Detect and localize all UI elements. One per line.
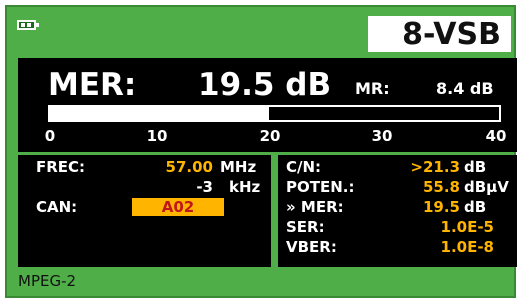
power-label: POTEN.: (286, 178, 355, 196)
vber-value: 1.0E-8 (440, 238, 494, 256)
modulation-mode: 8-VSB (368, 16, 511, 52)
scale-tick-0: 0 (44, 127, 56, 145)
mer-value: 19.5 dB (198, 67, 332, 103)
ser-label: SER: (286, 218, 325, 236)
mer-bar (48, 105, 501, 122)
battery-icon (17, 20, 39, 30)
cn-label: C/N: (286, 158, 322, 176)
tuning-panel: FREC: 57.00 MHz -3 kHz CAN: A02 (18, 155, 271, 267)
battery-terminal (36, 23, 39, 27)
scale-tick-30: 30 (371, 127, 393, 145)
offset-value: -3 (196, 178, 213, 196)
mer-detail-unit: dB (464, 198, 487, 216)
measurements-panel: C/N: >21.3 dB POTEN.: 55.8 dBµV » MER: 1… (278, 155, 517, 267)
scale-tick-40: 40 (485, 127, 507, 145)
ser-value: 1.0E-5 (440, 218, 494, 236)
cn-value: >21.3 (410, 158, 460, 176)
offset-unit: kHz (229, 178, 261, 196)
mer-detail-label: » MER: (286, 198, 344, 216)
frequency-unit: MHz (220, 158, 257, 176)
transport-standard: MPEG-2 (18, 272, 77, 290)
mer-detail-value: 19.5 (422, 198, 460, 216)
mr-value: 8.4 dB (436, 79, 494, 98)
mr-label: MR: (355, 79, 390, 98)
frequency-value: 57.00 (165, 158, 213, 176)
power-unit: dBµV (464, 178, 509, 196)
scale-tick-10: 10 (146, 127, 168, 145)
scale-tick-20: 20 (259, 127, 281, 145)
meter-screen: 8-VSB MER: 19.5 dB MR: 8.4 dB 0 10 20 30… (5, 5, 517, 298)
mer-panel: MER: 19.5 dB MR: 8.4 dB 0 10 20 30 40 (18, 58, 517, 152)
frequency-label: FREC: (36, 158, 86, 176)
mer-bar-fill (50, 107, 269, 120)
power-value: 55.8 (422, 178, 460, 196)
channel-field[interactable]: A02 (132, 198, 224, 216)
vber-label: VBER: (286, 238, 337, 256)
mer-label: MER: (48, 67, 137, 103)
channel-label: CAN: (36, 198, 78, 216)
battery-cell (21, 23, 25, 27)
cn-unit: dB (464, 158, 487, 176)
battery-cell (27, 23, 31, 27)
